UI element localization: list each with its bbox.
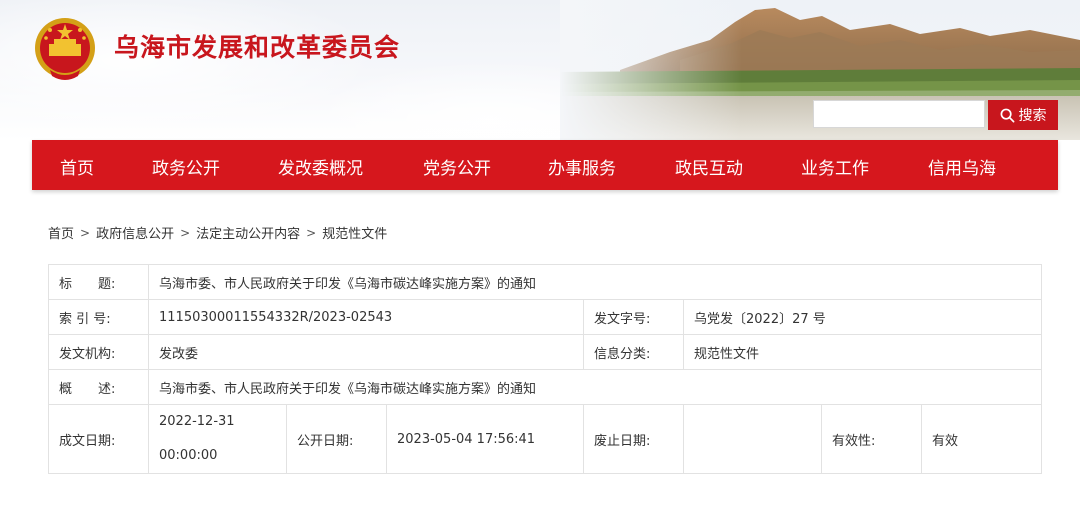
summary-label: 概 述: <box>48 369 149 405</box>
breadcrumb-separator-icon: > <box>306 225 317 240</box>
issuing-org-label: 发文机构: <box>48 334 149 370</box>
category-label: 信息分类: <box>583 334 684 370</box>
main-nav: 首页 政务公开 发改委概况 党务公开 办事服务 政民互动 业务工作 信用乌海 <box>32 140 1058 190</box>
document-info-table: 标 题: 乌海市委、市人民政府关于印发《乌海市碳达峰实施方案》的通知 索 引 号… <box>48 264 1042 474</box>
table-row: 标 题: 乌海市委、市人民政府关于印发《乌海市碳达峰实施方案》的通知 <box>48 264 1042 300</box>
category-value: 规范性文件 <box>683 334 1042 370</box>
nav-item-commission-overview[interactable]: 发改委概况 <box>278 154 363 179</box>
search-button-label: 搜索 <box>1018 108 1047 124</box>
nav-item-business-work[interactable]: 业务工作 <box>801 154 869 179</box>
breadcrumb-gov-info[interactable]: 政府信息公开 <box>96 223 174 242</box>
table-row: 概 述: 乌海市委、市人民政府关于印发《乌海市碳达峰实施方案》的通知 <box>48 369 1042 405</box>
doc-number-label: 发文字号: <box>583 299 684 335</box>
table-row: 发文机构: 发改委 信息分类: 规范性文件 <box>48 334 1042 370</box>
published-date-value: 2023-05-04 17:56:41 <box>386 404 584 474</box>
breadcrumb-home[interactable]: 首页 <box>48 223 74 242</box>
title-label: 标 题: <box>48 264 149 300</box>
validity-value: 有效 <box>921 404 1042 474</box>
breadcrumb-separator-icon: > <box>80 225 91 240</box>
created-date-label: 成文日期: <box>48 404 149 474</box>
search-input[interactable] <box>813 100 985 128</box>
search-button[interactable]: 搜索 <box>988 100 1058 130</box>
nav-item-home[interactable]: 首页 <box>60 154 94 179</box>
national-emblem-icon <box>35 18 95 80</box>
created-date-value: 2022-12-31 00:00:00 <box>148 404 287 474</box>
nav-item-services[interactable]: 办事服务 <box>548 154 616 179</box>
index-value: 11150300011554332R/2023-02543 <box>148 299 584 335</box>
expire-date-value <box>683 404 822 474</box>
table-row: 索 引 号: 11150300011554332R/2023-02543 发文字… <box>48 299 1042 335</box>
expire-date-label: 废止日期: <box>583 404 684 474</box>
created-date: 2022-12-31 <box>159 414 235 429</box>
nav-item-government-affairs[interactable]: 政务公开 <box>152 154 220 179</box>
breadcrumb-separator-icon: > <box>180 225 191 240</box>
breadcrumb: 首页 > 政府信息公开 > 法定主动公开内容 > 规范性文件 <box>48 223 387 243</box>
nav-item-interaction[interactable]: 政民互动 <box>675 154 743 179</box>
site-header: 乌海市发展和改革委员会 搜索 <box>0 0 1080 140</box>
published-date-label: 公开日期: <box>286 404 387 474</box>
breadcrumb-normative-docs[interactable]: 规范性文件 <box>322 223 387 242</box>
search-icon <box>1000 108 1014 122</box>
validity-label: 有效性: <box>821 404 922 474</box>
created-time: 00:00:00 <box>159 448 218 463</box>
issuing-org-value: 发改委 <box>148 334 584 370</box>
title-value: 乌海市委、市人民政府关于印发《乌海市碳达峰实施方案》的通知 <box>148 264 1042 300</box>
nav-item-party-affairs[interactable]: 党务公开 <box>423 154 491 179</box>
doc-number-value: 乌党发〔2022〕27 号 <box>683 299 1042 335</box>
table-row: 成文日期: 2022-12-31 00:00:00 公开日期: 2023-05-… <box>48 404 1042 474</box>
summary-value: 乌海市委、市人民政府关于印发《乌海市碳达峰实施方案》的通知 <box>148 369 1042 405</box>
index-label: 索 引 号: <box>48 299 149 335</box>
site-title[interactable]: 乌海市发展和改革委员会 <box>114 28 400 64</box>
nav-item-credit-wuhai[interactable]: 信用乌海 <box>928 154 996 179</box>
breadcrumb-statutory-content[interactable]: 法定主动公开内容 <box>196 223 300 242</box>
